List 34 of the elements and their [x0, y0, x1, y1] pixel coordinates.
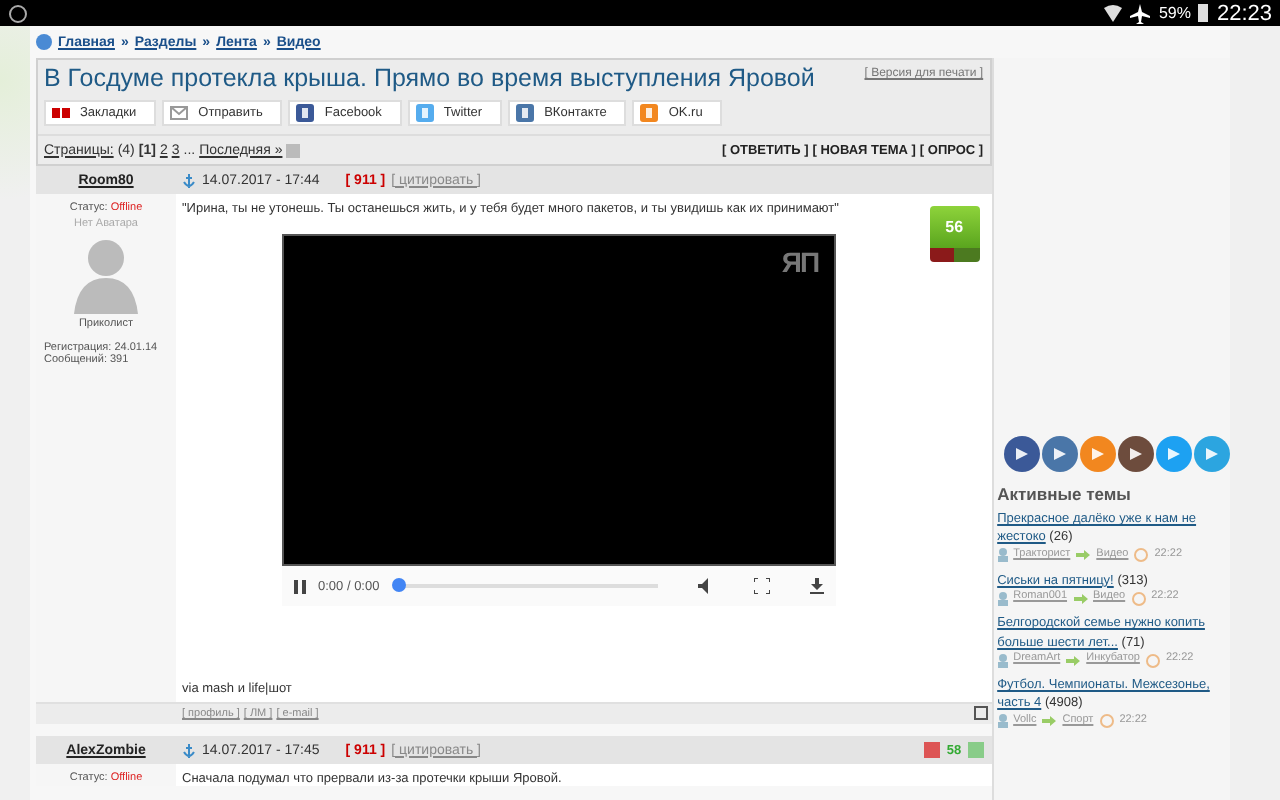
- clock-icon: [1145, 653, 1160, 668]
- battery-percent: 59%: [1158, 4, 1191, 22]
- report-icon[interactable]: [973, 706, 988, 720]
- arrow-right-icon: [1076, 550, 1091, 561]
- arrow-right-icon: [1073, 593, 1088, 604]
- fullscreen-icon[interactable]: [754, 578, 770, 594]
- envelope-icon: [170, 104, 189, 122]
- user-icon: [997, 548, 1008, 563]
- user-icon: [997, 653, 1008, 668]
- battery-icon: [1198, 4, 1209, 22]
- sidebar-heading: Активные темы: [997, 484, 1133, 504]
- pause-icon[interactable]: [294, 579, 306, 593]
- user-icon: [997, 714, 1008, 729]
- download-icon[interactable]: [810, 578, 824, 594]
- rating-value: 56: [929, 206, 980, 248]
- anchor-icon[interactable]: [182, 173, 196, 187]
- anchor-icon[interactable]: [182, 743, 196, 757]
- arrow-right-icon: [1042, 716, 1057, 727]
- home-icon[interactable]: [8, 3, 28, 23]
- minus-icon[interactable]: [924, 742, 941, 758]
- arrow-right-icon: [1066, 655, 1081, 666]
- clock-icon: [1134, 548, 1149, 563]
- yap-logo-icon: [52, 104, 70, 122]
- clock-icon: [1099, 714, 1114, 729]
- user-icon: [997, 591, 1008, 606]
- topic-title: В Госдуме протекла крыша. Прямо во время выступления Яровой: [44, 64, 815, 92]
- clock-time: 22:23: [1216, 1, 1272, 25]
- globe-icon: [36, 34, 52, 50]
- video-frame[interactable]: ЯП: [282, 234, 836, 566]
- minus-button[interactable]: [929, 248, 955, 262]
- video-logo: ЯП: [781, 246, 818, 278]
- wifi-icon: [1104, 4, 1123, 22]
- volume-icon[interactable]: [698, 578, 714, 594]
- clock-icon: [1131, 591, 1146, 606]
